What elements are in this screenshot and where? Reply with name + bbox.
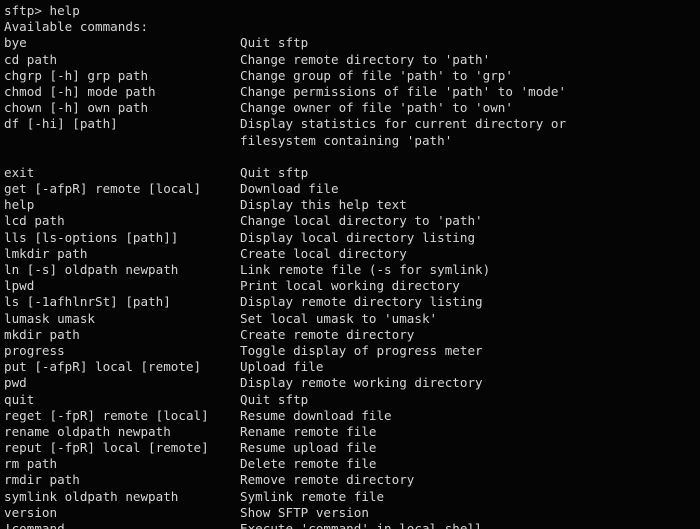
command-description: Set local umask to 'umask' — [240, 310, 438, 326]
command-row: lls [ls-options [path]] Display local dir… — [4, 230, 700, 246]
command-row: chown [-h] own path Change owner of file … — [4, 100, 700, 116]
command-row: mkdir path Create remote directory — [4, 327, 700, 343]
terminal-screen[interactable]: sftp> help Available commands: bye Quit s… — [0, 0, 700, 529]
command-row: chmod [-h] mode path Change permissions o… — [4, 84, 700, 100]
command-description: Change local directory to 'path' — [240, 213, 483, 229]
command-row: chgrp [-h] grp path Change group of file … — [4, 68, 700, 84]
command-name: reput [-fpR] local [remote] — [4, 440, 209, 456]
command-name: chown [-h] own path — [4, 100, 149, 116]
command-name: version — [4, 504, 58, 520]
command-description: Display statistics for current directory… — [240, 116, 567, 132]
command-description: Quit sftp — [240, 391, 309, 407]
command-name: help — [4, 197, 35, 213]
command-row: rename oldpath newpath Rename remote file — [4, 424, 700, 440]
command-row: rm path Delete remote file — [4, 456, 700, 472]
command-name: symlink oldpath newpath — [4, 488, 179, 504]
command-description: Download file — [240, 181, 339, 197]
command-row: get [-afpR] remote [local] Download file — [4, 181, 700, 197]
command-row: !command Execute 'command' in local shell — [4, 521, 700, 529]
command-description: Create remote directory — [240, 326, 415, 342]
available-commands-header: Available commands: — [4, 19, 149, 35]
command-row: filesystem containing 'path' — [4, 133, 700, 149]
command-description: Resume download file — [240, 407, 392, 423]
command-name: ls [-1afhlnrSt] [path] — [4, 294, 171, 310]
command-name: reget [-fpR] remote [local] — [4, 407, 209, 423]
command-description: Change owner of file 'path' to 'own' — [240, 100, 513, 116]
command-name: quit — [4, 391, 35, 407]
command-name: bye — [4, 35, 27, 51]
command-name: rmdir path — [4, 472, 80, 488]
command-row: pwd Display remote working directory — [4, 375, 700, 391]
command-name: lcd path — [4, 213, 65, 229]
command-row: exit Quit sftp — [4, 165, 700, 181]
command-description: Display local directory listing — [240, 229, 476, 245]
command-description: Execute 'command' in local shell — [240, 521, 483, 529]
command-name: get [-afpR] remote [local] — [4, 181, 202, 197]
command-row: reget [-fpR] remote [local] Resume downlo… — [4, 408, 700, 424]
command-list: bye Quit sftp cd path Change remote directo… — [4, 35, 700, 529]
command-row: bye Quit sftp — [4, 35, 700, 51]
command-name: lpwd — [4, 278, 35, 294]
command-description: Toggle display of progress meter — [240, 342, 483, 358]
command-description: Upload file — [240, 359, 324, 375]
command-name: chgrp [-h] grp path — [4, 67, 149, 83]
command-row: quit Quit sftp — [4, 392, 700, 408]
command-description: Symlink remote file — [240, 488, 385, 504]
sftp-prompt-command-line: sftp> help — [4, 3, 80, 18]
command-description: Print local working directory — [240, 278, 460, 294]
command-description: Delete remote file — [240, 456, 377, 472]
command-name: progress — [4, 342, 65, 358]
command-row: put [-afpR] local [remote] Upload file — [4, 359, 700, 375]
command-row: df [-hi] [path] Display statistics for cu… — [4, 116, 700, 132]
command-name: df [-hi] [path] — [4, 116, 118, 132]
command-row: cd path Change remote directory to 'path' — [4, 52, 700, 68]
command-row: lumask umask Set local umask to 'umask' — [4, 311, 700, 327]
command-description: Display this help text — [240, 197, 407, 213]
command-name: rm path — [4, 456, 58, 472]
command-name: rename oldpath newpath — [4, 423, 171, 439]
command-name: chmod [-h] mode path — [4, 83, 156, 99]
command-row: lpwd Print local working directory — [4, 278, 700, 294]
command-row: version Show SFTP version — [4, 505, 700, 521]
command-name: lls [ls-options [path]] — [4, 229, 179, 245]
command-description: Display remote working directory — [240, 375, 483, 391]
command-row: help Display this help text — [4, 197, 700, 213]
command-row: lcd path Change local directory to 'path' — [4, 213, 700, 229]
command-description: Change permissions of file 'path' to 'mo… — [240, 83, 567, 99]
command-description: Quit sftp — [240, 164, 309, 180]
command-name: mkdir path — [4, 326, 80, 342]
command-name: !command — [4, 521, 65, 529]
command-name: pwd — [4, 375, 27, 391]
command-description: Display remote directory listing — [240, 294, 483, 310]
command-name: ln [-s] oldpath newpath — [4, 262, 179, 277]
command-description: Remove remote directory — [240, 472, 415, 488]
command-row: lmkdir path Create local directory — [4, 246, 700, 262]
command-row: reput [-fpR] local [remote] Resume upload… — [4, 440, 700, 456]
command-row: symlink oldpath newpath Symlink remote fi… — [4, 489, 700, 505]
command-description: Resume upload file — [240, 440, 377, 456]
command-name: exit — [4, 164, 35, 180]
command-description: filesystem containing 'path' — [240, 132, 453, 148]
command-row: rmdir path Remove remote directory — [4, 472, 700, 488]
command-name: put [-afpR] local [remote] — [4, 359, 202, 375]
command-name: lumask umask — [4, 310, 95, 326]
command-description: Change remote directory to 'path' — [240, 51, 491, 67]
command-row: ls [-1afhlnrSt] [path] Display remote dir… — [4, 294, 700, 310]
command-description: Quit sftp — [240, 35, 309, 51]
command-description: Create local directory — [240, 245, 407, 261]
command-row: progress Toggle display of progress meter — [4, 343, 700, 359]
command-row: ln [-s] oldpath newpath Link remote file … — [4, 262, 700, 278]
command-name: lmkdir path — [4, 245, 88, 261]
command-description: Rename remote file — [240, 423, 377, 439]
command-name: cd path — [4, 51, 58, 67]
command-description: Change group of file 'path' to 'grp' — [240, 67, 513, 83]
command-description: Show SFTP version — [240, 504, 369, 520]
command-description: Link remote file (-s for symlink) — [240, 262, 491, 277]
